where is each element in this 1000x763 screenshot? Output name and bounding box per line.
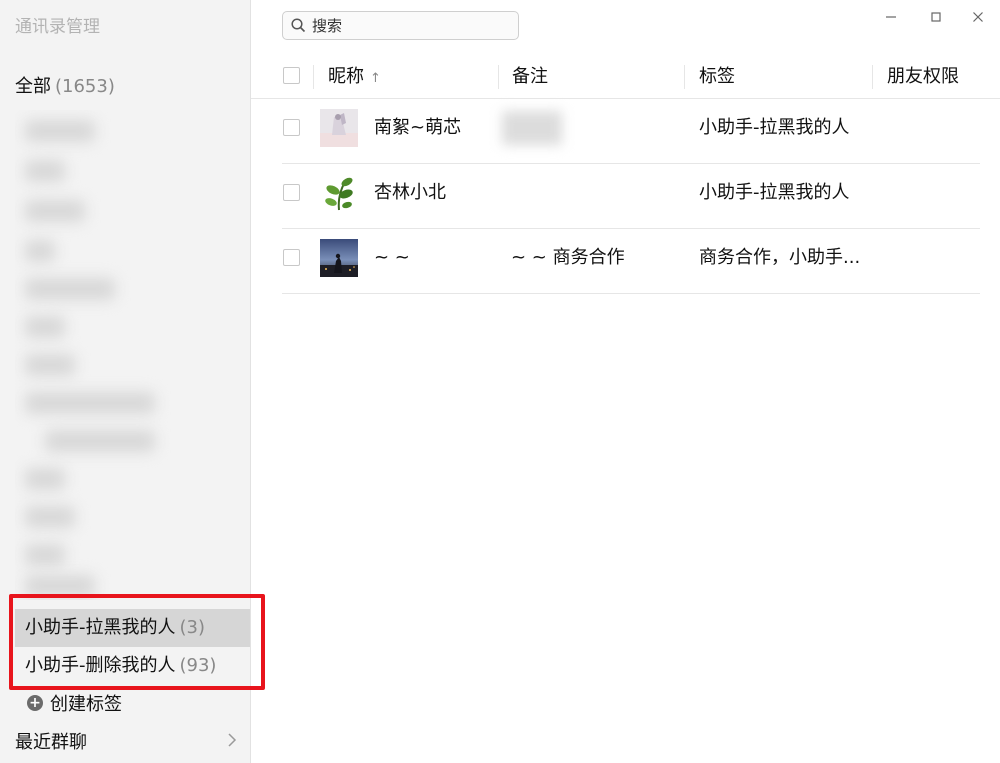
search-input[interactable] [312, 16, 492, 35]
avatar [320, 174, 358, 212]
table-header: 昵称 ↑ 备注 标签 朋友权限 [251, 57, 1000, 99]
column-header-tags[interactable]: 标签 [699, 57, 735, 97]
table-row[interactable]: ~ ~ ~ ~ 商务合作 商务合作，小助手... [282, 229, 980, 294]
select-all-checkbox[interactable] [283, 67, 300, 84]
minimize-button[interactable] [879, 6, 903, 28]
sidebar-item-all[interactable]: 全部 (1653) [15, 72, 115, 98]
search-field[interactable] [282, 11, 519, 40]
sidebar-item-blocked-me[interactable]: 小助手-拉黑我的人 (3) [15, 609, 250, 647]
row-checkbox[interactable] [283, 184, 300, 201]
create-tag-button[interactable]: + 创建标签 [27, 690, 122, 716]
row-checkbox[interactable] [283, 249, 300, 266]
tag-count: (93) [179, 655, 217, 676]
row-checkbox[interactable] [283, 119, 300, 136]
create-tag-label: 创建标签 [50, 694, 122, 715]
blurred-remark [502, 111, 562, 145]
blurred-tag-list [15, 110, 240, 600]
chevron-right-icon [227, 732, 237, 751]
table-row[interactable]: 杏林小北 小助手-拉黑我的人 [282, 164, 980, 229]
minimize-icon [886, 16, 896, 18]
sidebar-item-deleted-me[interactable]: 小助手-删除我的人 (93) [15, 647, 250, 685]
search-icon [291, 18, 306, 33]
row-nickname: ~ ~ [374, 247, 410, 268]
sidebar: 通讯录管理 全部 (1653) 小助手-拉黑我的人 (3) 小助手-删除我的人 (93… [0, 0, 251, 763]
table-row[interactable]: 南絮~萌芯 小助手-拉黑我的人 [282, 99, 980, 164]
row-nickname: 杏林小北 [374, 182, 446, 203]
column-header-nickname[interactable]: 昵称 ↑ [328, 57, 381, 97]
close-icon [973, 12, 983, 22]
column-header-permission[interactable]: 朋友权限 [887, 57, 959, 97]
avatar [320, 239, 358, 277]
plus-circle-icon: + [27, 695, 43, 711]
maximize-button[interactable] [924, 6, 948, 28]
sidebar-item-all-label: 全部 [15, 76, 51, 97]
tag-label: 小助手-删除我的人 [25, 655, 176, 676]
row-remark: ~ ~ 商务合作 [511, 247, 625, 268]
row-tags: 小助手-拉黑我的人 [699, 182, 850, 203]
tag-label: 小助手-拉黑我的人 [25, 617, 176, 638]
recent-groups-label: 最近群聊 [15, 732, 87, 753]
nickname-header-label: 昵称 [328, 66, 364, 87]
sidebar-item-all-count: (1653) [55, 76, 115, 97]
avatar [320, 109, 358, 147]
app-title: 通讯录管理 [15, 17, 100, 37]
close-button[interactable] [966, 6, 990, 28]
tag-count: (3) [179, 617, 206, 638]
sort-ascending-icon: ↑ [370, 71, 381, 86]
maximize-icon [931, 12, 941, 22]
row-nickname: 南絮~萌芯 [374, 117, 462, 138]
sidebar-item-recent-groups[interactable]: 最近群聊 [15, 728, 237, 754]
column-header-remark[interactable]: 备注 [512, 57, 548, 97]
row-tags: 小助手-拉黑我的人 [699, 117, 850, 138]
row-tags: 商务合作，小助手... [699, 247, 861, 268]
